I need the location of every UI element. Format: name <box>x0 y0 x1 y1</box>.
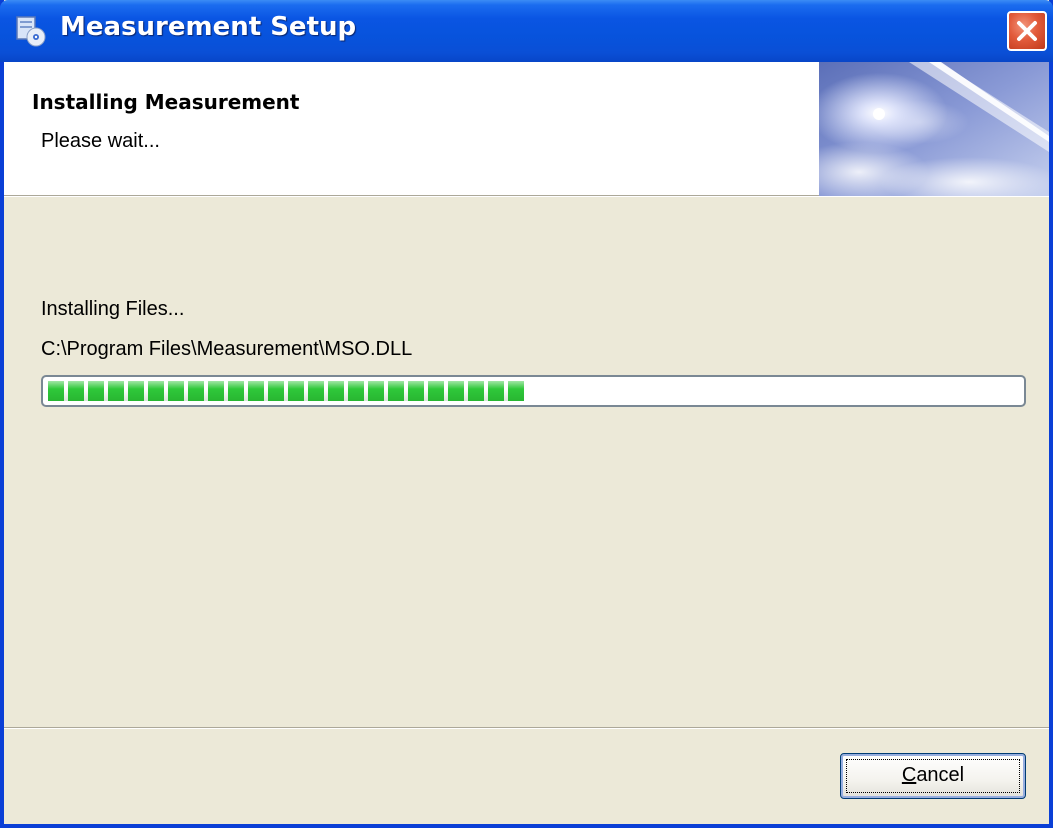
space-nebula-banner <box>819 62 1049 196</box>
current-file-path: C:\Program Files\Measurement\MSO.DLL <box>41 338 413 360</box>
setup-cd-icon <box>16 16 46 47</box>
cancel-button[interactable]: Cancel <box>840 753 1026 799</box>
header-title: Installing Measurement <box>32 90 300 114</box>
cancel-mnemonic: C <box>901 764 917 786</box>
setup-window: Measurement Setup Installing Measurement… <box>0 0 1053 828</box>
header-panel: Installing Measurement Please wait... <box>4 62 1049 196</box>
cancel-label-rest: ancel <box>916 764 965 786</box>
cancel-label: Cancel <box>841 764 1025 787</box>
footer-divider-highlight <box>4 728 1049 729</box>
status-label: Installing Files... <box>41 298 185 320</box>
install-progress-bar <box>41 375 1026 407</box>
close-icon <box>1017 21 1037 41</box>
window-title: Measurement Setup <box>60 12 357 42</box>
title-bar[interactable]: Measurement Setup <box>0 0 1053 62</box>
progress-track <box>48 381 1019 401</box>
header-subtitle: Please wait... <box>41 130 160 152</box>
header-divider <box>4 196 1049 197</box>
progress-fill <box>48 381 524 401</box>
close-button[interactable] <box>1007 11 1047 51</box>
